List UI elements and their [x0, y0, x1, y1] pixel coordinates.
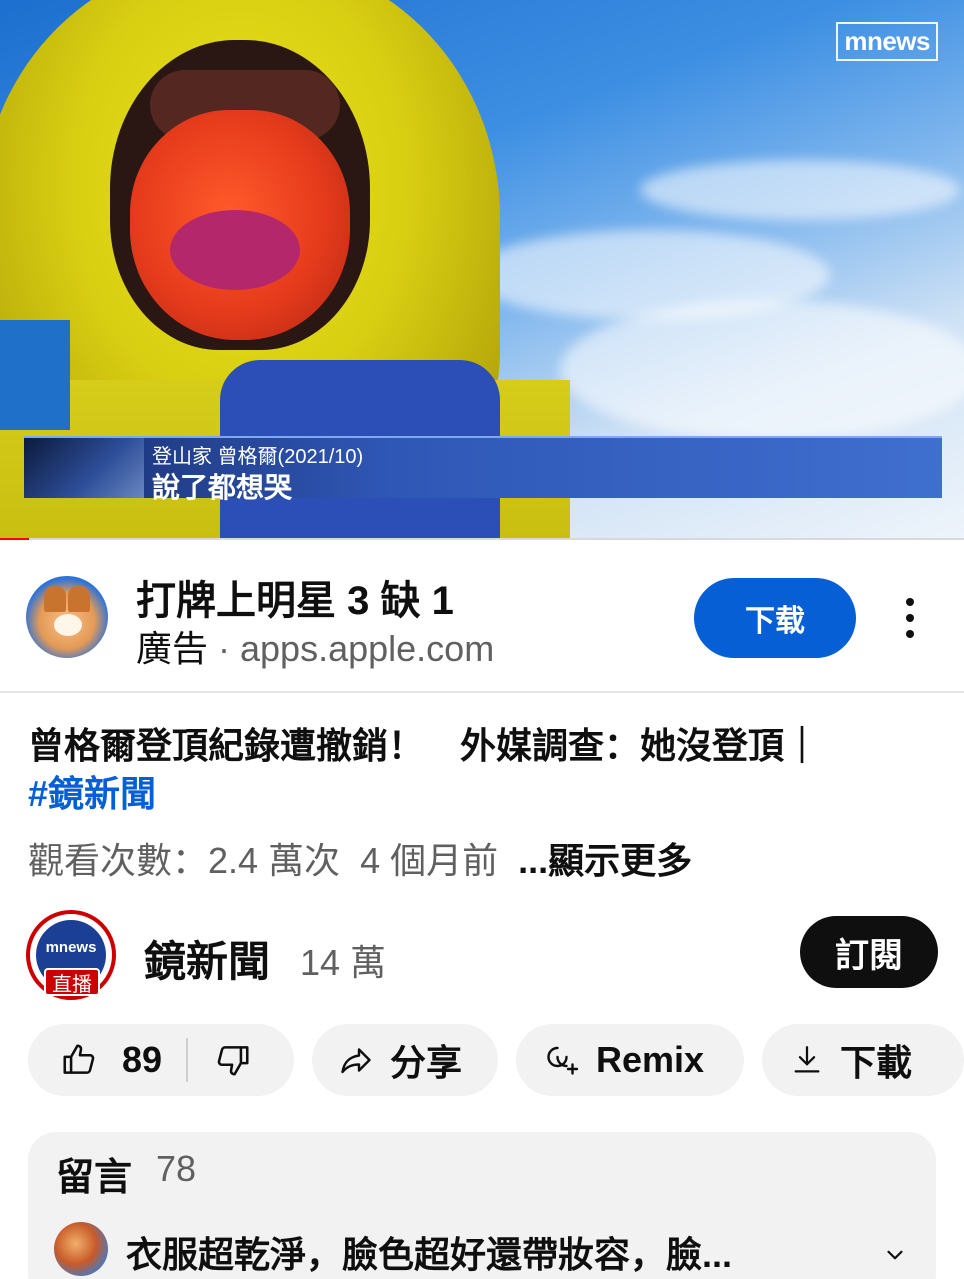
remix-label: Remix [596, 1039, 705, 1080]
cloud [560, 300, 964, 440]
share-icon [341, 1048, 371, 1074]
video-title-text: 曾格爾登頂紀錄遭撤銷！ 外媒調查：她沒登頂｜ [28, 725, 821, 766]
video-title[interactable]: 曾格爾登頂紀錄遭撤銷！ 外媒調查：她沒登頂｜ #鏡新聞 [28, 722, 938, 818]
chevron-down-icon[interactable] [882, 1242, 908, 1268]
ad-icon-ear [44, 586, 66, 612]
dislike-button[interactable] [214, 1041, 252, 1079]
video-player[interactable]: mnews 登山家 曾格爾(2021/10) 說了都想哭 [0, 0, 964, 540]
progress-bar[interactable] [0, 538, 964, 540]
ad-icon-ear [68, 586, 90, 612]
channel-name[interactable]: 鏡新聞 [144, 928, 270, 989]
more-vert-icon[interactable] [896, 598, 924, 638]
ad-subtitle: 廣告 · apps.apple.com [136, 620, 494, 672]
subscriber-count: 14 萬 [300, 942, 387, 983]
lower-third-label: 登山家 曾格爾(2021/10) [152, 446, 364, 468]
commenter-avatar [54, 1222, 108, 1276]
channel-row: mnews 直播 鏡新聞 14 萬 訂閱 [0, 904, 964, 1004]
lower-third-caption: 說了都想哭 [152, 472, 293, 503]
like-button[interactable]: 89 [28, 1039, 162, 1081]
progress-bar-fill [0, 538, 29, 540]
view-count: 觀看次數：2.4 萬次 [28, 840, 341, 881]
thumb-up-icon [63, 1044, 95, 1074]
live-badge: 直播 [44, 968, 100, 996]
chip-divider [186, 1038, 189, 1082]
upload-age: 4 個月前 [360, 840, 499, 881]
like-dislike-chip: 89 [28, 1024, 294, 1096]
show-more-link[interactable]: ...顯示更多 [518, 840, 692, 881]
like-count: 89 [122, 1039, 163, 1080]
top-comment-text: 衣服超乾淨，臉色超好還帶妝容，臉... [126, 1234, 733, 1275]
hashtag-link[interactable]: #鏡新聞 [28, 773, 156, 814]
video-meta[interactable]: 觀看次數：2.4 萬次 4 個月前 ...顯示更多 [28, 832, 692, 884]
cloud [640, 160, 960, 220]
ad-app-icon [26, 576, 108, 658]
share-button[interactable]: 分享 [312, 1024, 498, 1096]
action-bar: 89 分享 Remix 下載 [0, 1024, 964, 1096]
ad-tag: 廣告 [136, 628, 209, 669]
subscribe-button[interactable]: 訂閱 [800, 916, 938, 988]
news-lower-third: 登山家 曾格爾(2021/10) 說了都想哭 [24, 436, 942, 503]
ad-domain: apps.apple.com [240, 628, 495, 669]
share-label: 分享 [390, 1042, 463, 1083]
ad-title: 打牌上明星 3 缺 1 [136, 579, 454, 623]
ad-separator: · [208, 628, 241, 669]
channel-watermark: mnews [836, 22, 938, 61]
ad-card[interactable]: 打牌上明星 3 缺 1 廣告 · apps.apple.com 下载 [0, 548, 964, 693]
download-button[interactable]: 下載 [762, 1024, 964, 1096]
download-icon [794, 1046, 820, 1073]
ad-icon-snout [54, 614, 82, 636]
lower-third-thumbnail [24, 438, 144, 498]
download-label: 下載 [840, 1042, 913, 1083]
video-frame-strap [0, 320, 70, 430]
ad-download-button[interactable]: 下载 [694, 578, 856, 658]
remix-button[interactable]: Remix [516, 1024, 744, 1096]
thumb-down-icon [217, 1046, 249, 1076]
video-frame-mouth [170, 210, 300, 290]
comments-heading: 留言 [56, 1157, 133, 1199]
comments-teaser[interactable]: 留言 78 衣服超乾淨，臉色超好還帶妝容，臉... [28, 1132, 936, 1279]
comments-count: 78 [156, 1148, 197, 1189]
remix-icon [547, 1046, 579, 1075]
